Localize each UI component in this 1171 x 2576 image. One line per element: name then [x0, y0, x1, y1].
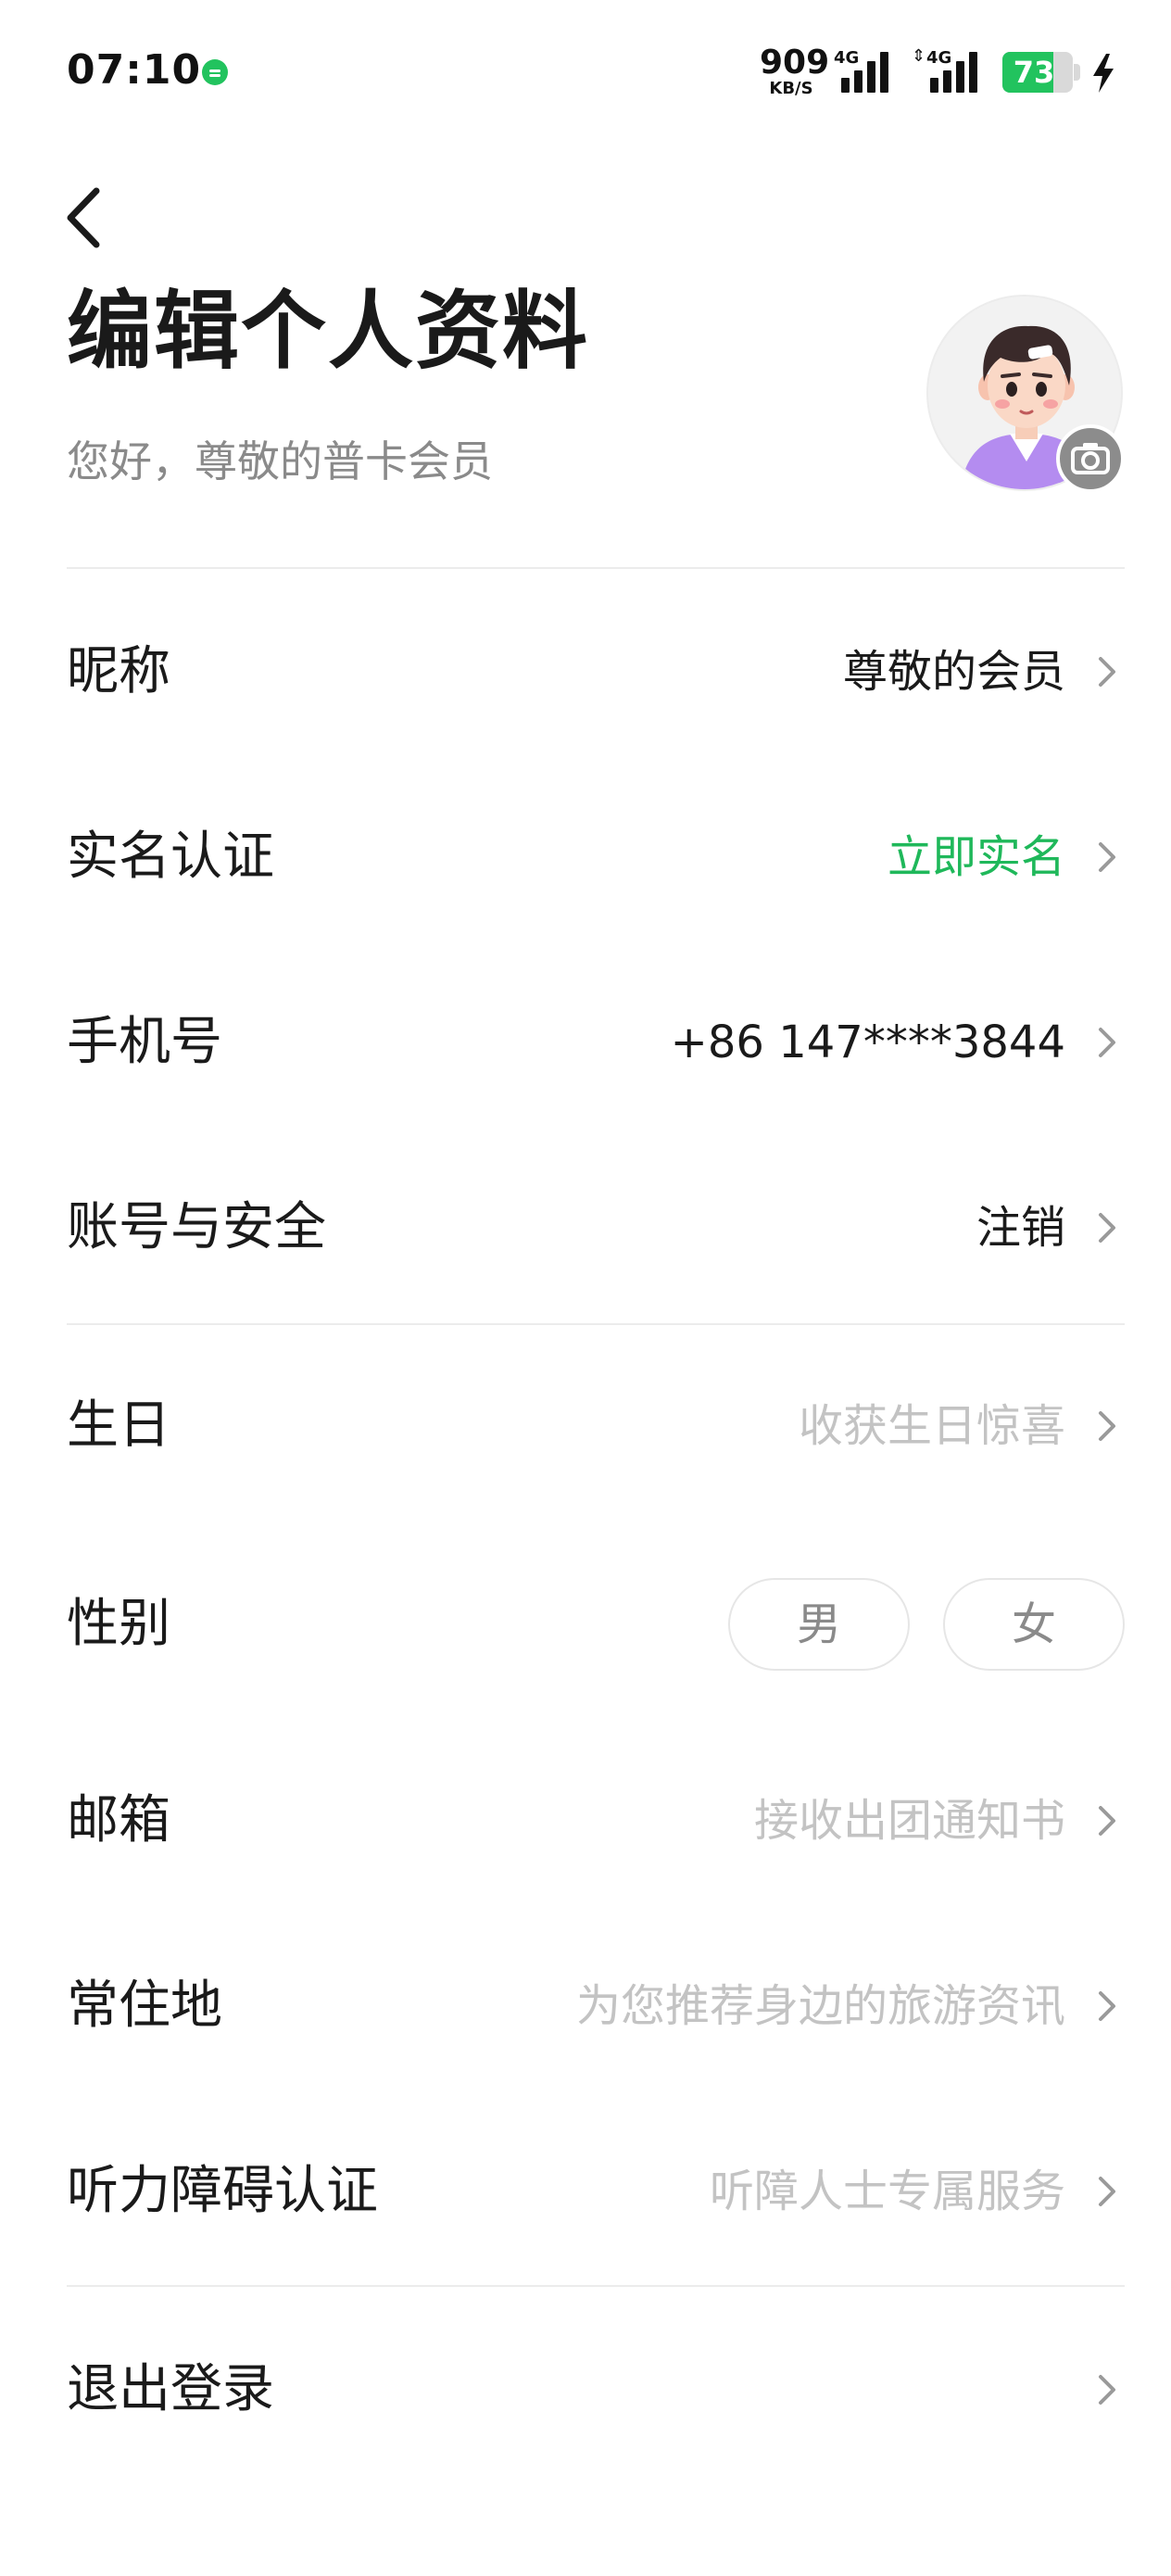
chevron-right-icon: [1099, 1213, 1115, 1243]
status-time: 07:10: [67, 46, 202, 94]
real-name-verification-label: 实名认证: [67, 827, 274, 887]
network-speed: 909 KB/S: [760, 44, 830, 98]
gender-female-button[interactable]: 女: [943, 1578, 1125, 1671]
section-divider: [67, 1323, 1125, 1325]
charging-bolt-icon: [1093, 54, 1114, 93]
network-speed-value: 909: [760, 44, 830, 82]
section-divider: [67, 567, 1125, 569]
battery-icon: 73: [1002, 52, 1080, 93]
nickname-row[interactable]: 昵称 尊敬的会员: [0, 593, 1171, 751]
chevron-right-icon: [1099, 1991, 1115, 2021]
message-app-icon: [202, 59, 228, 85]
nickname-label: 昵称: [67, 641, 170, 701]
birthday-placeholder: 收获生日惊喜: [798, 1400, 1065, 1452]
birthday-label: 生日: [67, 1395, 170, 1456]
phone-number-label: 手机号: [67, 1012, 222, 1072]
phone-number-value: +86 147****3844: [670, 1017, 1065, 1068]
account-security-row[interactable]: 账号与安全 注销: [0, 1149, 1171, 1307]
residence-row[interactable]: 常住地 为您推荐身边的旅游资讯: [0, 1927, 1171, 2085]
chevron-right-icon: [1099, 842, 1115, 872]
logout-row[interactable]: 退出登录: [0, 2311, 1171, 2469]
avatar-button[interactable]: [926, 295, 1127, 495]
residence-label: 常住地: [67, 1976, 222, 2036]
logout-label: 退出登录: [67, 2359, 274, 2419]
chevron-right-icon: [1099, 1806, 1115, 1836]
birthday-row[interactable]: 生日 收获生日惊喜: [0, 1347, 1171, 1505]
hearing-impairment-label: 听力障碍认证: [67, 2161, 378, 2221]
chevron-right-icon: [1099, 657, 1115, 687]
status-bar: 07:10 909 KB/S 4G ⇕ 4G 73: [0, 0, 1171, 139]
signal-type-label: 4G: [926, 48, 952, 68]
nickname-value: 尊敬的会员: [842, 646, 1065, 698]
hearing-impairment-placeholder: 听障人士专属服务: [709, 2166, 1065, 2217]
back-button[interactable]: [56, 176, 120, 259]
real-name-verification-row[interactable]: 实名认证 立即实名: [0, 778, 1171, 936]
account-security-label: 账号与安全: [67, 1197, 326, 1257]
page-subtitle: 您好，尊敬的普卡会员: [67, 436, 493, 486]
phone-number-row[interactable]: 手机号 +86 147****3844: [0, 964, 1171, 1121]
gender-row: 性别 男 女: [0, 1546, 1171, 1703]
deactivate-account-value: 注销: [976, 1202, 1065, 1254]
chevron-right-icon: [1099, 2375, 1115, 2405]
section-divider: [67, 2285, 1125, 2287]
chevron-right-icon: [1099, 1411, 1115, 1441]
chevron-right-icon: [1099, 2177, 1115, 2206]
battery-percent: 73: [1013, 55, 1055, 90]
data-transfer-icon: ⇕: [912, 46, 926, 66]
email-row[interactable]: 邮箱 接收出团通知书: [0, 1742, 1171, 1900]
email-placeholder: 接收出团通知书: [753, 1795, 1065, 1847]
hearing-impairment-row[interactable]: 听力障碍认证 听障人士专属服务: [0, 2113, 1171, 2270]
chevron-right-icon: [1099, 1028, 1115, 1057]
email-label: 邮箱: [67, 1790, 170, 1850]
page-title: 编辑个人资料: [67, 282, 590, 381]
network-speed-unit: KB/S: [769, 79, 813, 98]
verify-now-link[interactable]: 立即实名: [888, 827, 1065, 887]
signal-strength-icon: 4G: [832, 48, 904, 93]
residence-placeholder: 为您推荐身边的旅游资讯: [575, 1980, 1065, 2032]
camera-icon[interactable]: [1056, 424, 1125, 493]
signal-type-label: 4G: [834, 48, 860, 68]
gender-male-button[interactable]: 男: [728, 1578, 910, 1671]
signal-strength-icon: ⇕ 4G: [912, 48, 989, 93]
gender-label: 性别: [67, 1594, 170, 1654]
